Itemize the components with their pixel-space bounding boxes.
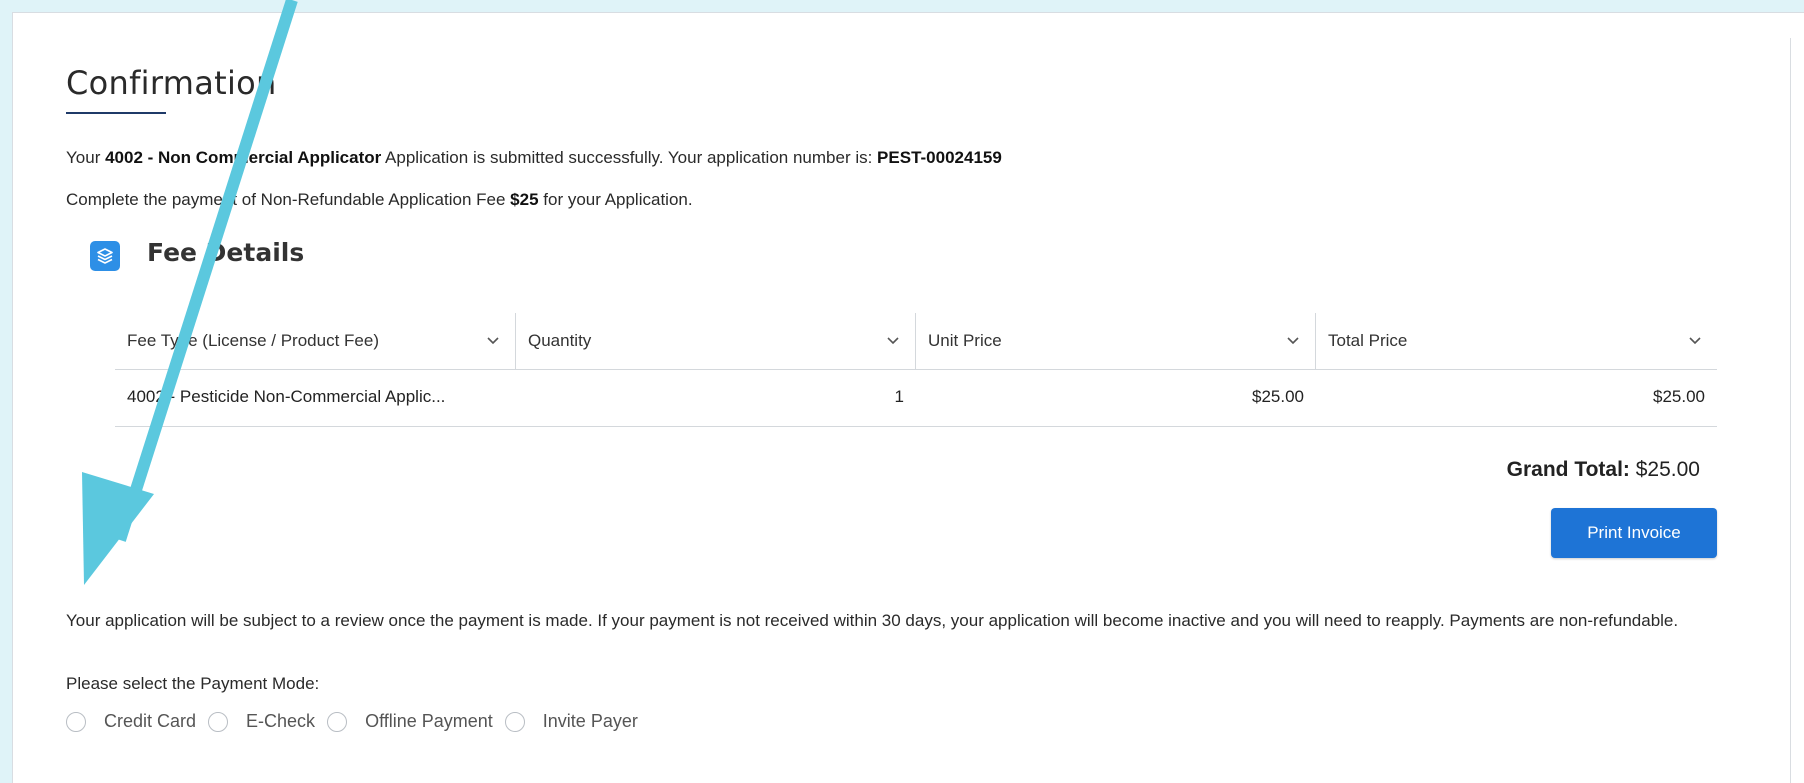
fee-type-cell: 4002 - Pesticide Non-Commercial Applic..… [127, 387, 446, 406]
radio-button[interactable] [327, 711, 348, 732]
fee-table: Fee Type (License / Product Fee) Quantit… [115, 313, 1717, 427]
chevron-down-icon[interactable] [1285, 332, 1301, 353]
table-row: 4002 - Pesticide Non-Commercial Applic..… [115, 369, 1717, 427]
table-header: Fee Type (License / Product Fee) Quantit… [115, 313, 1717, 369]
radio-offline-payment[interactable]: Offline Payment [327, 711, 493, 732]
payment-notice: Your application will be subject to a re… [66, 611, 1679, 630]
title-underline [66, 112, 166, 114]
chevron-down-icon[interactable] [485, 332, 501, 353]
radio-credit-card[interactable]: Credit Card [66, 711, 196, 732]
application-number: PEST-00024159 [877, 148, 1002, 167]
grand-total: Grand Total: $25.00 [1507, 458, 1700, 482]
radio-label: Invite Payer [542, 711, 638, 731]
print-invoice-button[interactable]: Print Invoice [1551, 508, 1717, 558]
grand-total-value: $25.00 [1629, 458, 1700, 481]
radio-label: Credit Card [104, 711, 197, 731]
payment-msg-prefix: Complete the payment of Non-Refundable A… [66, 190, 511, 209]
radio-invite-payer[interactable]: Invite Payer [504, 711, 638, 732]
unit-price-cell: $25.00 [1252, 387, 1304, 406]
radio-label: Offline Payment [365, 711, 493, 731]
payment-mode-label: Please select the Payment Mode: [66, 674, 320, 693]
msg-prefix: Your [66, 148, 106, 167]
license-name: Non Commercial Applicator [158, 148, 382, 167]
column-label: Quantity [528, 331, 592, 350]
total-price-cell: $25.00 [1653, 387, 1705, 406]
column-label: Fee Type (License / Product Fee) [127, 331, 379, 350]
payment-message: Complete the payment of Non-Refundable A… [66, 190, 693, 210]
radio-button[interactable] [208, 711, 229, 732]
radio-button[interactable] [504, 711, 525, 732]
column-header-unit-price[interactable]: Unit Price [915, 313, 1315, 369]
radio-button[interactable] [66, 711, 86, 732]
page-title: Confirmation [66, 64, 277, 102]
quantity-cell: 1 [894, 387, 904, 406]
license-dash: - [142, 148, 159, 167]
fee-details-title: Fee Details [147, 238, 305, 267]
column-header-fee-type[interactable]: Fee Type (License / Product Fee) [115, 313, 515, 369]
chevron-down-icon[interactable] [885, 332, 901, 353]
grand-total-label: Grand Total: [1506, 458, 1630, 481]
layers-icon [90, 241, 120, 271]
submission-message: Your 4002 - Non Commercial Applicator Ap… [66, 148, 1002, 168]
column-header-quantity[interactable]: Quantity [515, 313, 915, 369]
column-label: Total Price [1328, 331, 1408, 350]
chevron-down-icon[interactable] [1687, 332, 1703, 353]
radio-label: E-Check [246, 711, 316, 731]
application-fee: $25 [510, 190, 539, 209]
column-header-total-price[interactable]: Total Price [1315, 313, 1717, 369]
radio-e-check[interactable]: E-Check [208, 711, 315, 732]
license-code: 4002 [105, 148, 143, 167]
payment-msg-suffix: for your Application. [538, 190, 693, 209]
payment-mode-group: Credit Card E-Check Offline Payment Invi… [66, 711, 650, 732]
scrollbar-track[interactable] [1790, 38, 1791, 783]
msg-middle: Application is submitted successfully. Y… [381, 148, 878, 167]
column-label: Unit Price [928, 331, 1002, 350]
